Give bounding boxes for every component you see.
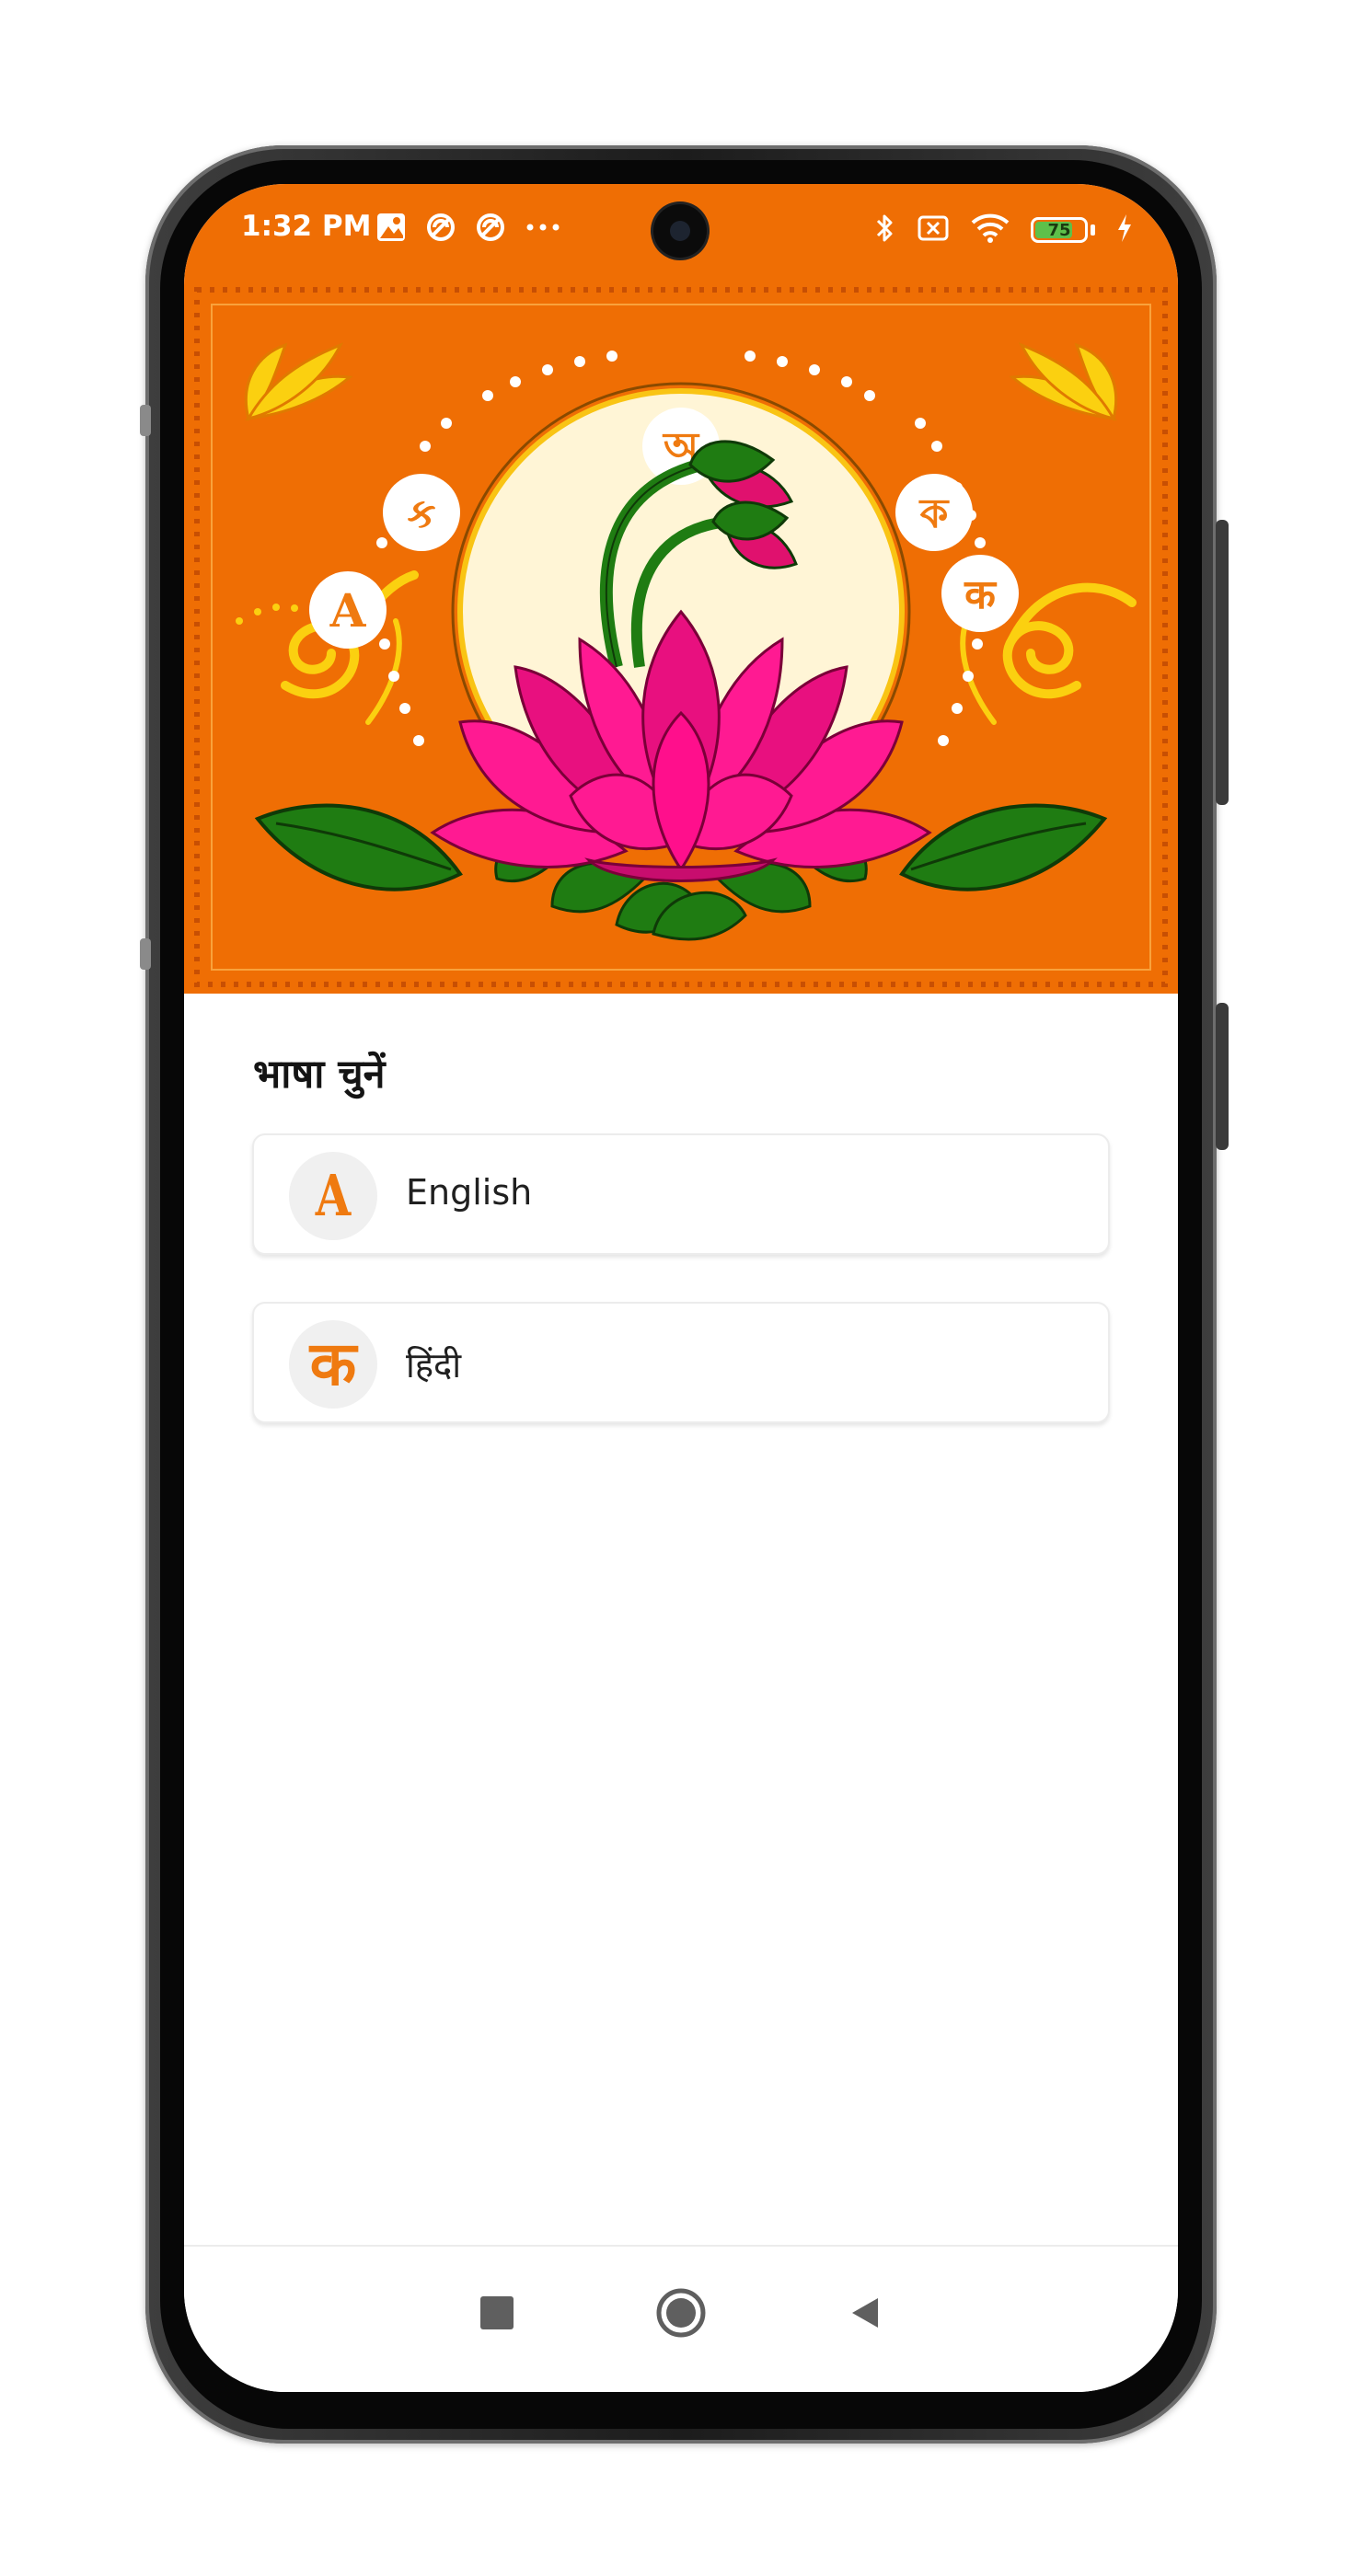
image-icon xyxy=(375,212,407,247)
wifi-icon xyxy=(970,213,1010,247)
language-picker: भाषा चुनें A English क हिंदी xyxy=(184,994,1178,2245)
battery-icon: 75 xyxy=(1031,217,1095,243)
vpn-icon xyxy=(475,212,506,247)
svg-text:क: क xyxy=(964,571,998,618)
phone-side-nub xyxy=(140,938,151,970)
status-bar: 1:32 PM 75 xyxy=(184,184,1178,281)
navigation-bar xyxy=(184,2247,1178,2392)
svg-text:ক: ক xyxy=(918,490,951,537)
svg-text:ક: ક xyxy=(407,490,435,537)
script-badge: ক xyxy=(895,474,973,551)
script-badge: ક xyxy=(383,474,460,551)
page-title: भाषा चुनें xyxy=(253,1052,386,1098)
letter-ka-icon: क xyxy=(289,1320,377,1409)
language-glyph: A xyxy=(315,1162,352,1229)
script-badge: A xyxy=(309,571,387,649)
language-option-hindi[interactable]: क हिंदी xyxy=(252,1302,1110,1423)
back-button[interactable] xyxy=(837,2285,893,2340)
script-badge: क xyxy=(941,555,1019,632)
hero-illustration: A ક অ ক क xyxy=(184,281,1178,994)
phone-screen: 1:32 PM 75 A ક অ ক क भाषा चुनें A Englis… xyxy=(184,184,1178,2392)
svg-text:A: A xyxy=(329,583,367,638)
home-icon xyxy=(656,2288,706,2338)
home-button[interactable] xyxy=(653,2285,709,2340)
language-label: English xyxy=(406,1172,533,1213)
front-camera xyxy=(653,204,707,258)
volume-button xyxy=(1216,520,1229,805)
status-time: 1:32 PM xyxy=(241,210,372,243)
more-dots-icon xyxy=(525,212,561,247)
language-label: हिंदी xyxy=(406,1345,462,1386)
battery-level: 75 xyxy=(1047,220,1071,240)
letter-a-icon: A xyxy=(289,1152,377,1240)
charging-icon xyxy=(1115,213,1134,247)
recents-button[interactable] xyxy=(469,2285,525,2340)
language-option-english[interactable]: A English xyxy=(252,1133,1110,1255)
back-icon xyxy=(852,2298,878,2328)
language-glyph: क xyxy=(309,1328,357,1399)
vpn-icon xyxy=(425,212,456,247)
phone-side-nub xyxy=(140,405,151,436)
bluetooth-icon xyxy=(874,212,896,248)
sim-off-icon xyxy=(917,213,950,247)
recents-icon xyxy=(480,2296,514,2329)
power-button xyxy=(1216,1003,1229,1150)
